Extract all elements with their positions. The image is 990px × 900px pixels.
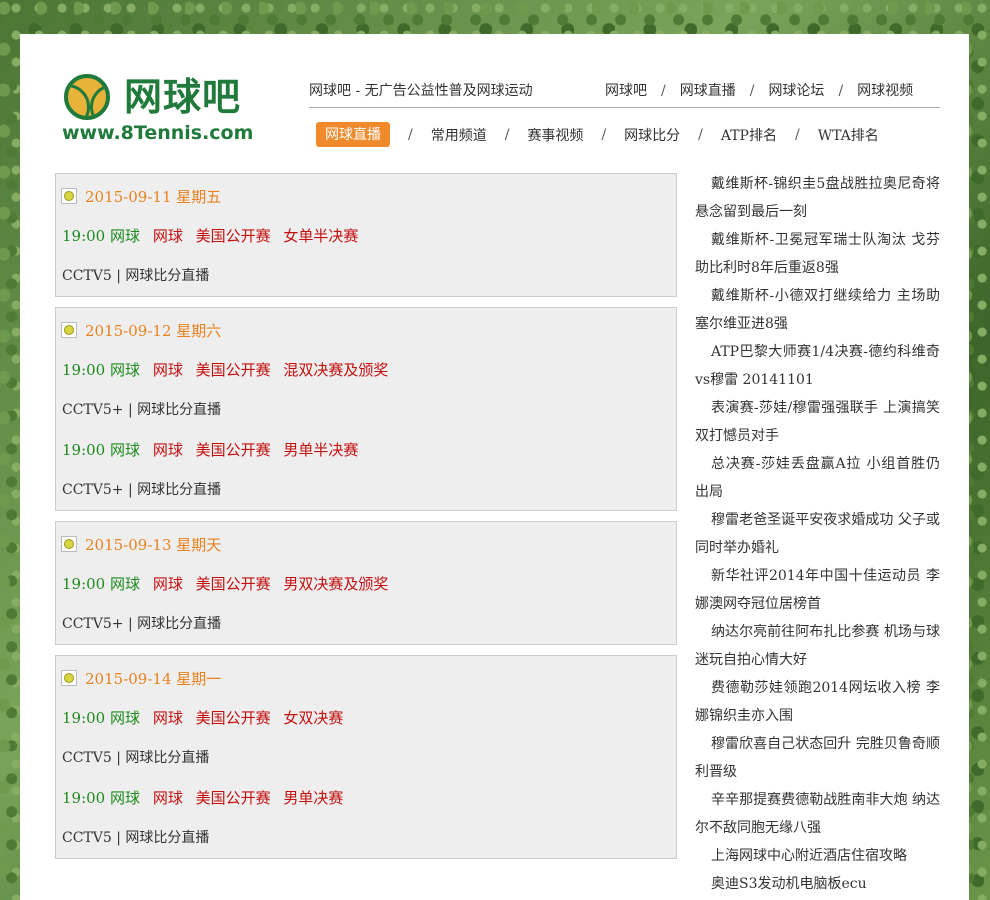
- match-channel[interactable]: CCTV5 | 网球比分直播: [62, 738, 670, 778]
- news-link[interactable]: 戴维斯杯-卫冕冠军瑞士队淘汰 戈芬助比利时8年后重返8强: [695, 226, 940, 282]
- match-category: 网球: [152, 227, 183, 245]
- tennis-ball-icon: [61, 536, 77, 552]
- top-links: 网球吧 / 网球直播 / 网球论坛 / 网球视频: [605, 83, 914, 99]
- nav-videos[interactable]: 赛事视频: [527, 125, 583, 145]
- match-row[interactable]: 19:00 网球 网球 美国公开赛 混双决赛及颁奖: [62, 350, 670, 390]
- news-sidebar: 戴维斯杯-锦织圭5盘战胜拉奥尼奇将悬念留到最后一刻 戴维斯杯-卫冕冠军瑞士队淘汰…: [695, 170, 940, 898]
- match-sport: 网球: [110, 441, 141, 459]
- match-row[interactable]: 19:00 网球 网球 美国公开赛 男单决赛: [62, 778, 670, 818]
- match-channel[interactable]: CCTV5+ | 网球比分直播: [62, 470, 670, 510]
- match-category: 网球: [152, 709, 183, 727]
- page-container: 网球吧 www.8Tennis.com 网球吧 - 无广告公益性普及网球运动 网…: [20, 34, 969, 900]
- match-category: 网球: [152, 441, 183, 459]
- day-block: 2015-09-12 星期六 19:00 网球 网球 美国公开赛 混双决赛及颁奖…: [55, 307, 677, 511]
- match-time: 19:00: [62, 789, 106, 807]
- match-league: 美国公开赛: [195, 227, 271, 245]
- news-link[interactable]: 费德勒莎娃领跑2014网坛收入榜 李娜锦织圭亦入围: [695, 674, 940, 730]
- logo-url: www.8Tennis.com: [62, 122, 254, 144]
- top-link-live[interactable]: 网球直播: [680, 83, 736, 99]
- match-row[interactable]: 19:00 网球 网球 美国公开赛 男双决赛及颁奖: [62, 564, 670, 604]
- nav-live[interactable]: 网球直播: [316, 122, 390, 147]
- match-event: 男单决赛: [283, 789, 344, 807]
- day-date: 2015-09-11 星期五: [85, 187, 222, 206]
- match-time: 19:00: [62, 575, 106, 593]
- tennis-ball-icon: [61, 670, 77, 686]
- match-league: 美国公开赛: [195, 789, 271, 807]
- match-time: 19:00: [62, 709, 106, 727]
- match-sport: 网球: [110, 361, 141, 379]
- news-link[interactable]: ATP巴黎大师赛1/4决赛-德约科维奇vs穆雷 20141101: [695, 338, 940, 394]
- match-channel[interactable]: CCTV5+ | 网球比分直播: [62, 390, 670, 430]
- tennis-ball-icon: [61, 188, 77, 204]
- match-sport: 网球: [110, 709, 141, 727]
- main-nav: 网球直播 / 常用频道 / 赛事视频 / 网球比分 / ATP排名 / WTA排…: [316, 122, 879, 147]
- match-category: 网球: [152, 575, 183, 593]
- nav-wta-ranking[interactable]: WTA排名: [818, 125, 879, 145]
- match-row[interactable]: 19:00 网球 网球 美国公开赛 女双决赛: [62, 698, 670, 738]
- match-league: 美国公开赛: [195, 441, 271, 459]
- site-logo[interactable]: 网球吧 www.8Tennis.com: [62, 74, 254, 146]
- news-link[interactable]: 纳达尔亮前往阿布扎比参赛 机场与球迷玩自拍心情大好: [695, 618, 940, 674]
- logo-title: 网球吧: [124, 75, 242, 119]
- match-sport: 网球: [110, 227, 141, 245]
- news-link[interactable]: 穆雷老爸圣诞平安夜求婚成功 父子或同时举办婚礼: [695, 506, 940, 562]
- match-event: 女双决赛: [283, 709, 344, 727]
- day-block: 2015-09-14 星期一 19:00 网球 网球 美国公开赛 女双决赛 CC…: [55, 655, 677, 859]
- match-sport: 网球: [110, 789, 141, 807]
- schedule-list: 2015-09-11 星期五 19:00 网球 网球 美国公开赛 女单半决赛 C…: [55, 173, 677, 869]
- header-divider: [309, 107, 940, 108]
- match-time: 19:00: [62, 227, 106, 245]
- match-time: 19:00: [62, 441, 106, 459]
- top-link-forum[interactable]: 网球论坛: [768, 83, 824, 99]
- day-date: 2015-09-14 星期一: [85, 669, 222, 688]
- tennis-ball-logo-icon: [64, 74, 110, 120]
- news-link[interactable]: 穆雷欣喜自己状态回升 完胜贝鲁奇顺利晋级: [695, 730, 940, 786]
- news-link[interactable]: 新华社评2014年中国十佳运动员 李娜澳网夺冠位居榜首: [695, 562, 940, 618]
- match-event: 男双决赛及颁奖: [283, 575, 389, 593]
- match-category: 网球: [152, 789, 183, 807]
- match-channel[interactable]: CCTV5+ | 网球比分直播: [62, 604, 670, 644]
- match-league: 美国公开赛: [195, 575, 271, 593]
- news-link[interactable]: 上海网球中心附近酒店住宿攻略: [695, 842, 940, 870]
- day-block: 2015-09-11 星期五 19:00 网球 网球 美国公开赛 女单半决赛 C…: [55, 173, 677, 297]
- nav-channels[interactable]: 常用频道: [431, 125, 487, 145]
- match-league: 美国公开赛: [195, 709, 271, 727]
- site-tagline: 网球吧 - 无广告公益性普及网球运动: [309, 83, 533, 99]
- match-sport: 网球: [110, 575, 141, 593]
- news-link[interactable]: 戴维斯杯-锦织圭5盘战胜拉奥尼奇将悬念留到最后一刻: [695, 170, 940, 226]
- news-link[interactable]: 戴维斯杯-小德双打继续给力 主场助塞尔维亚进8强: [695, 282, 940, 338]
- news-link[interactable]: 辛辛那提赛费德勒战胜南非大炮 纳达尔不敌同胞无缘八强: [695, 786, 940, 842]
- day-date: 2015-09-12 星期六: [85, 321, 222, 340]
- news-link[interactable]: 表演赛-莎娃/穆雷强强联手 上演搞笑双打憾员对手: [695, 394, 940, 450]
- match-row[interactable]: 19:00 网球 网球 美国公开赛 男单半决赛: [62, 430, 670, 470]
- match-event: 男单半决赛: [283, 441, 359, 459]
- match-channel[interactable]: CCTV5 | 网球比分直播: [62, 818, 670, 858]
- match-event: 混双决赛及颁奖: [283, 361, 389, 379]
- news-link[interactable]: 总决赛-莎娃丢盘赢A拉 小组首胜仍出局: [695, 450, 940, 506]
- day-block: 2015-09-13 星期天 19:00 网球 网球 美国公开赛 男双决赛及颁奖…: [55, 521, 677, 645]
- match-event: 女单半决赛: [283, 227, 359, 245]
- nav-atp-ranking[interactable]: ATP排名: [721, 125, 777, 145]
- match-channel[interactable]: CCTV5 | 网球比分直播: [62, 256, 670, 296]
- nav-scores[interactable]: 网球比分: [624, 125, 680, 145]
- day-date: 2015-09-13 星期天: [85, 535, 222, 554]
- match-time: 19:00: [62, 361, 106, 379]
- match-row[interactable]: 19:00 网球 网球 美国公开赛 女单半决赛: [62, 216, 670, 256]
- top-link-home[interactable]: 网球吧: [605, 83, 647, 99]
- tennis-ball-icon: [61, 322, 77, 338]
- top-link-video[interactable]: 网球视频: [857, 83, 913, 99]
- news-link[interactable]: 奥迪S3发动机电脑板ecu: [695, 870, 940, 898]
- match-category: 网球: [152, 361, 183, 379]
- match-league: 美国公开赛: [195, 361, 271, 379]
